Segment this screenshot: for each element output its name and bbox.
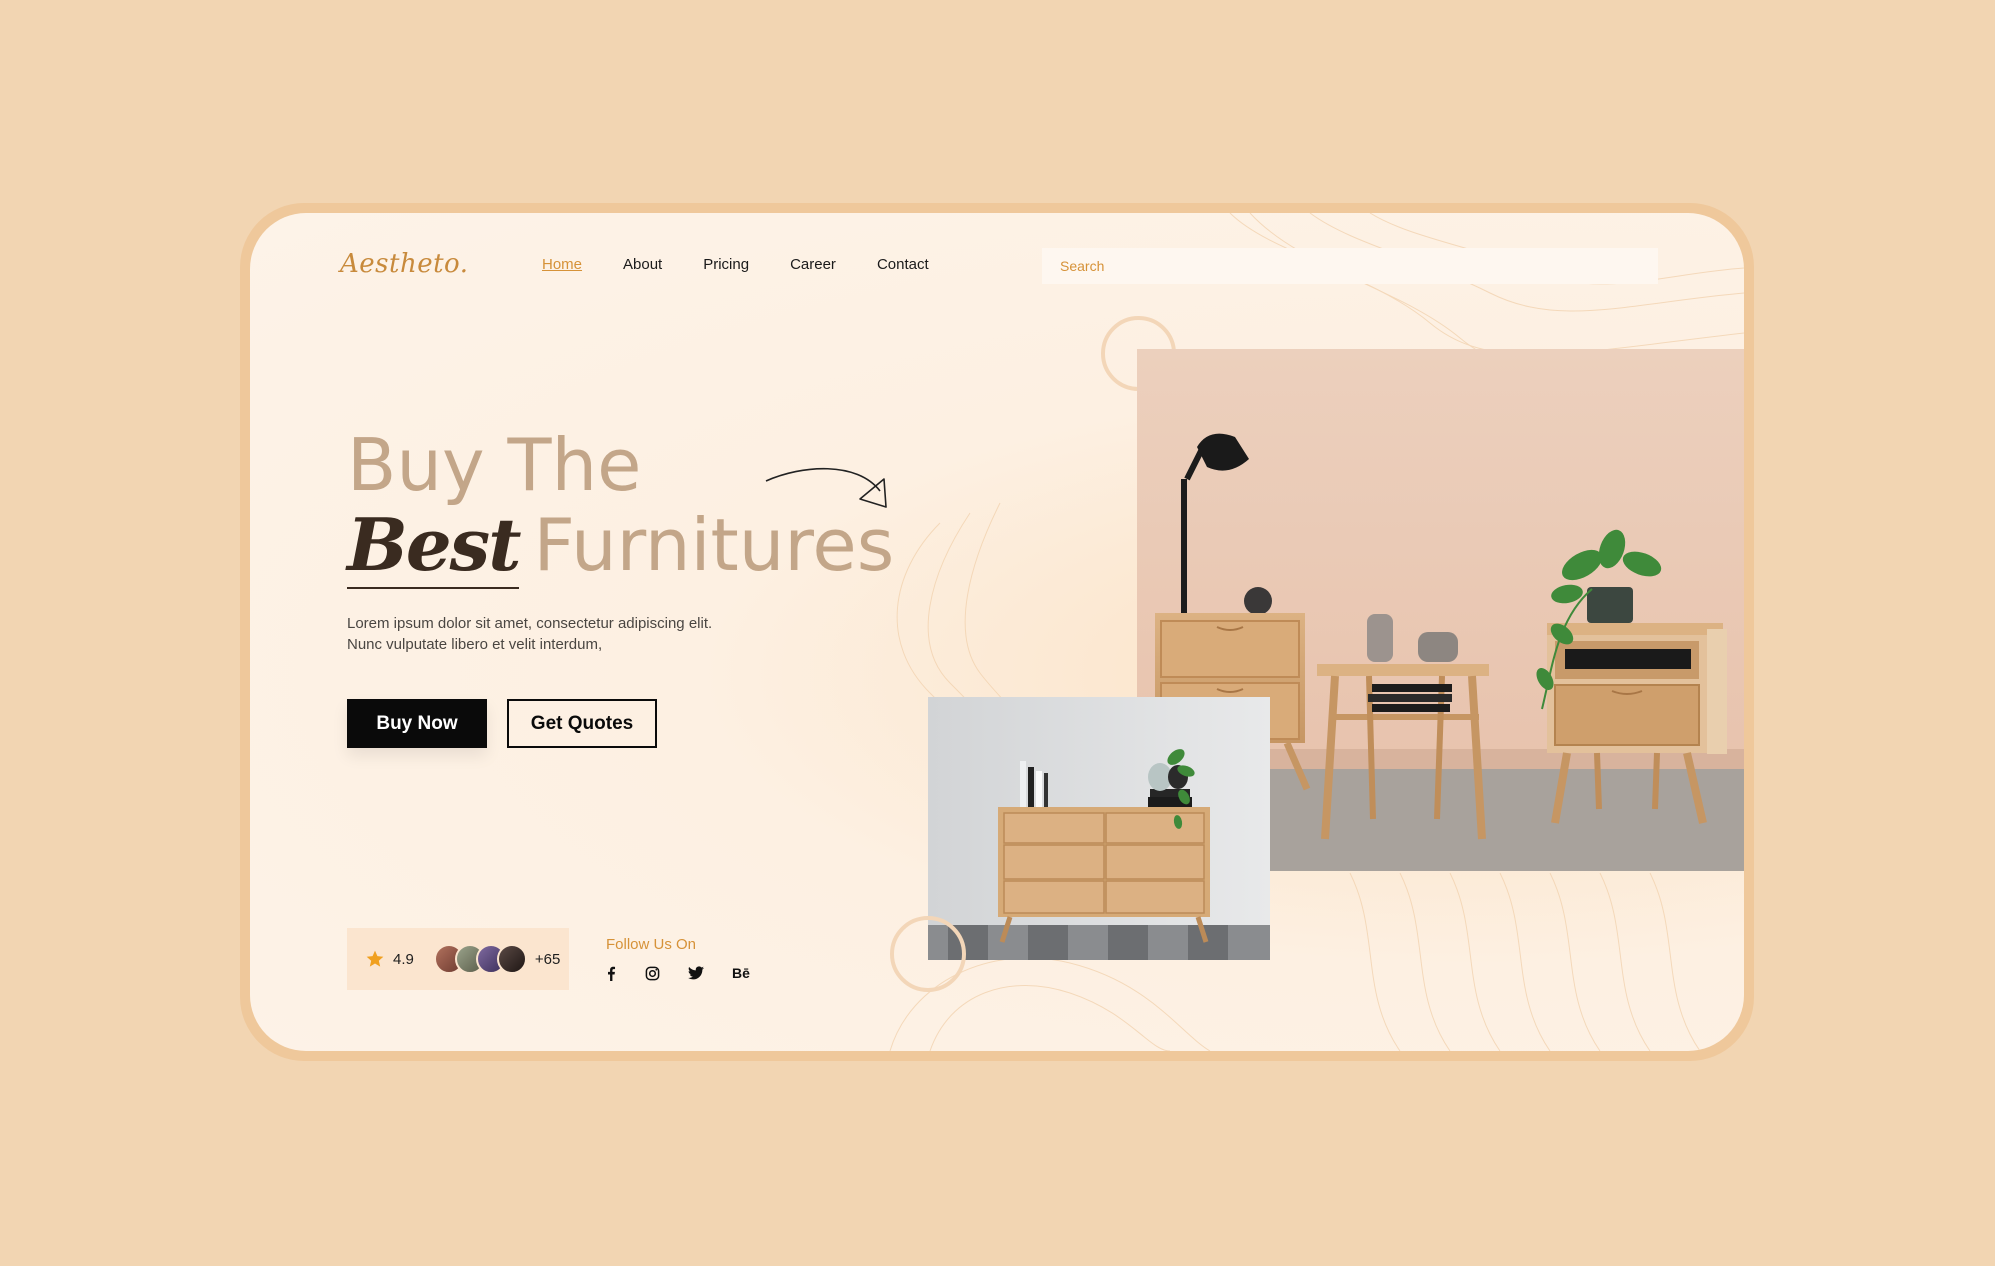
brand-logo[interactable]: Aestheto. [340, 249, 469, 279]
avatar [496, 944, 527, 974]
rating-score: 4.9 [393, 950, 414, 968]
nav-item-contact[interactable]: Contact [877, 256, 929, 273]
landing-card: Aestheto. Home About Pricing Career Cont… [250, 213, 1744, 1051]
nav-item-home[interactable]: Home [542, 256, 582, 273]
curved-arrow-icon [765, 467, 887, 508]
dresser-image [928, 697, 1270, 960]
nav-item-about[interactable]: About [623, 256, 662, 273]
star-icon [366, 950, 384, 967]
hero-heading-line2: Best Furnitures [347, 502, 895, 589]
facebook-icon[interactable] [605, 966, 617, 981]
social-links: Bē [605, 965, 778, 981]
hero-description: Lorem ipsum dolor sit amet, consectetur … [347, 615, 713, 653]
buy-now-button[interactable]: Buy Now [347, 699, 487, 748]
instagram-icon[interactable] [645, 966, 660, 981]
reviewer-count: +65 [534, 950, 561, 968]
nav-item-career[interactable]: Career [790, 256, 836, 273]
get-quotes-button[interactable]: Get Quotes [507, 699, 657, 748]
main-nav: Home About Pricing Career Contact [542, 256, 970, 273]
search-input[interactable] [1042, 248, 1658, 284]
follow-us-label: Follow Us On [606, 936, 697, 953]
rating-panel: 4.9 +65 [347, 928, 569, 990]
nav-item-pricing[interactable]: Pricing [703, 256, 749, 273]
hero-heading-furnitures: Furnitures [533, 503, 895, 587]
decorative-circle [890, 916, 966, 992]
behance-icon[interactable]: Bē [732, 965, 750, 981]
hero-heading-best: Best [347, 502, 521, 589]
twitter-icon[interactable] [688, 966, 704, 980]
avatar-group [433, 944, 527, 974]
